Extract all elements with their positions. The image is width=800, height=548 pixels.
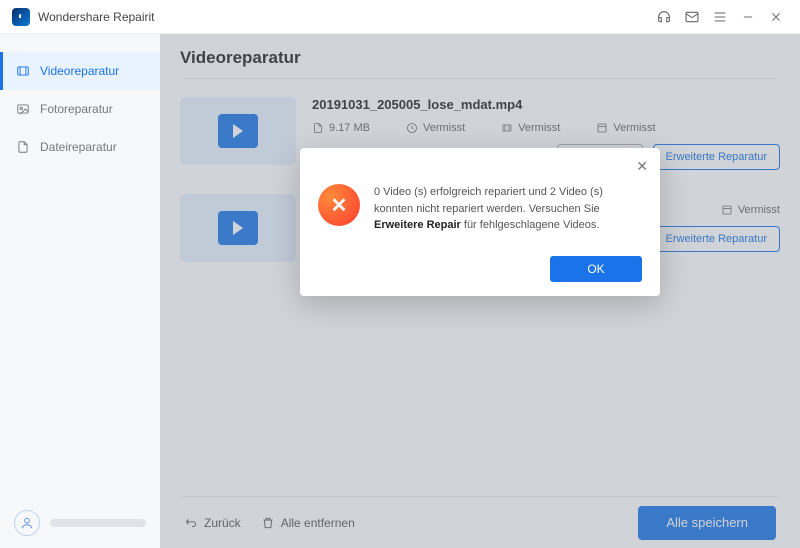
mail-icon[interactable] xyxy=(680,5,704,29)
dialog-ok-button[interactable]: OK xyxy=(550,256,642,282)
film-icon xyxy=(16,64,30,78)
support-icon[interactable] xyxy=(652,5,676,29)
sidebar: Videoreparatur Fotoreparatur Dateirepara… xyxy=(0,34,160,548)
titlebar: ◐ Wondershare Repairit xyxy=(0,0,800,34)
sidebar-item-label: Videoreparatur xyxy=(40,64,119,78)
close-button[interactable] xyxy=(764,5,788,29)
avatar[interactable] xyxy=(14,510,40,536)
menu-icon[interactable] xyxy=(708,5,732,29)
sidebar-item-label: Dateireparatur xyxy=(40,140,117,154)
user-placeholder xyxy=(50,519,146,527)
sidebar-item-label: Fotoreparatur xyxy=(40,102,113,116)
sidebar-footer xyxy=(0,498,160,548)
dialog-message: 0 Video (s) erfolgreich repariert und 2 … xyxy=(374,184,642,234)
modal-overlay: ✕ ✕ 0 Video (s) erfolgreich repariert un… xyxy=(160,34,800,548)
sidebar-item-video[interactable]: Videoreparatur xyxy=(0,52,160,90)
file-icon xyxy=(16,140,30,154)
app-logo: ◐ xyxy=(12,8,30,26)
photo-icon xyxy=(16,102,30,116)
main: Videoreparatur 20191031_205005_lose_mdat… xyxy=(160,34,800,548)
minimize-button[interactable] xyxy=(736,5,760,29)
dialog-error-icon: ✕ xyxy=(318,184,360,226)
app-title: Wondershare Repairit xyxy=(38,10,155,24)
result-dialog: ✕ ✕ 0 Video (s) erfolgreich repariert un… xyxy=(300,148,660,296)
sidebar-item-file[interactable]: Dateireparatur xyxy=(0,128,160,166)
dialog-close-icon[interactable]: ✕ xyxy=(636,158,648,175)
sidebar-item-photo[interactable]: Fotoreparatur xyxy=(0,90,160,128)
